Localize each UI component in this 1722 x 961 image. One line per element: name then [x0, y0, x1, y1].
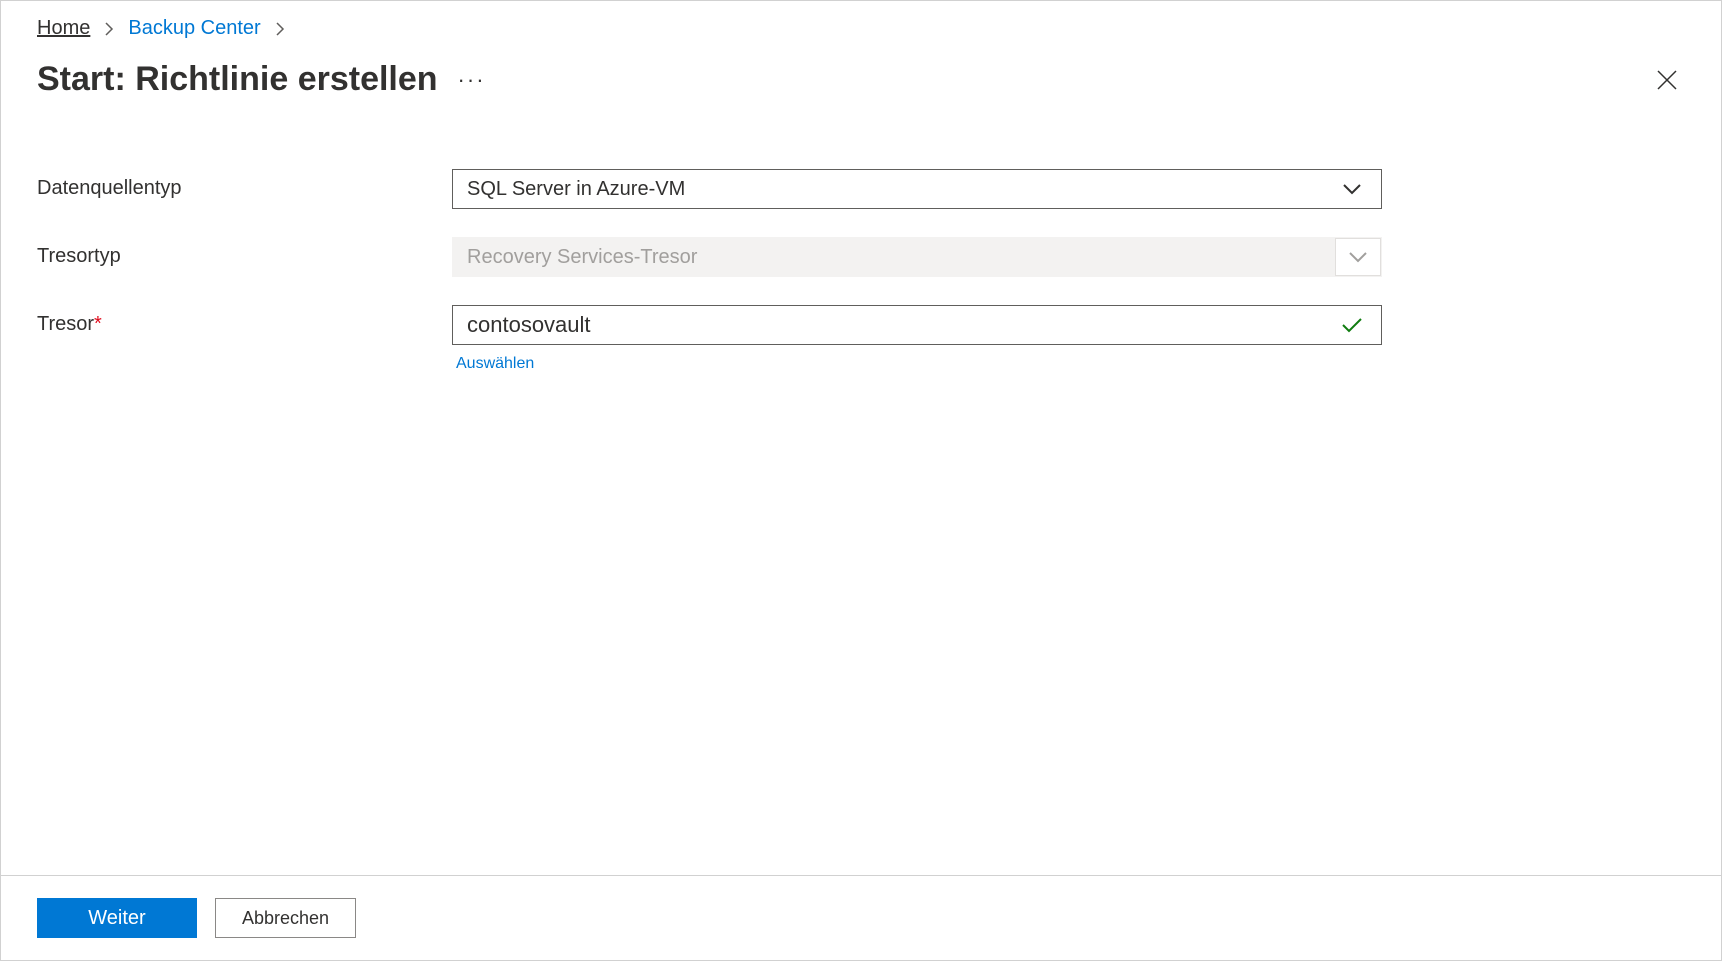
- chevron-down-icon: [1335, 238, 1381, 276]
- cancel-button[interactable]: Abbrechen: [215, 898, 356, 938]
- vault-type-label: Tresortyp: [37, 237, 452, 268]
- vault-type-row: Tresortyp Recovery Services-Tresor: [37, 237, 1685, 277]
- footer: Weiter Abbrechen: [1, 875, 1721, 960]
- vault-value: contosovault: [467, 312, 1337, 338]
- breadcrumb-backup-center[interactable]: Backup Center: [128, 17, 260, 40]
- breadcrumb-home[interactable]: Home: [37, 17, 90, 40]
- datasource-type-select[interactable]: SQL Server in Azure-VM: [452, 169, 1382, 209]
- datasource-type-label: Datenquellentyp: [37, 169, 452, 200]
- vault-row: Tresor* contosovault Auswählen: [37, 305, 1685, 373]
- chevron-right-icon: [104, 22, 114, 36]
- continue-button[interactable]: Weiter: [37, 898, 197, 938]
- breadcrumb: Home Backup Center: [37, 17, 1685, 40]
- chevron-right-icon: [275, 22, 285, 36]
- datasource-type-row: Datenquellentyp SQL Server in Azure-VM: [37, 169, 1685, 209]
- more-actions-icon[interactable]: ···: [458, 67, 486, 93]
- page-header: Start: Richtlinie erstellen ···: [37, 60, 1685, 99]
- vault-input[interactable]: contosovault: [452, 305, 1382, 345]
- select-vault-link[interactable]: Auswählen: [456, 355, 1382, 373]
- datasource-type-value: SQL Server in Azure-VM: [467, 178, 1337, 201]
- chevron-down-icon: [1337, 183, 1367, 195]
- vault-type-value: Recovery Services-Tresor: [467, 246, 1335, 269]
- checkmark-icon: [1337, 317, 1367, 333]
- close-icon[interactable]: [1649, 62, 1685, 98]
- vault-label: Tresor*: [37, 305, 452, 336]
- page-title: Start: Richtlinie erstellen: [37, 60, 438, 99]
- vault-type-select: Recovery Services-Tresor: [452, 237, 1382, 277]
- required-indicator: *: [94, 313, 102, 335]
